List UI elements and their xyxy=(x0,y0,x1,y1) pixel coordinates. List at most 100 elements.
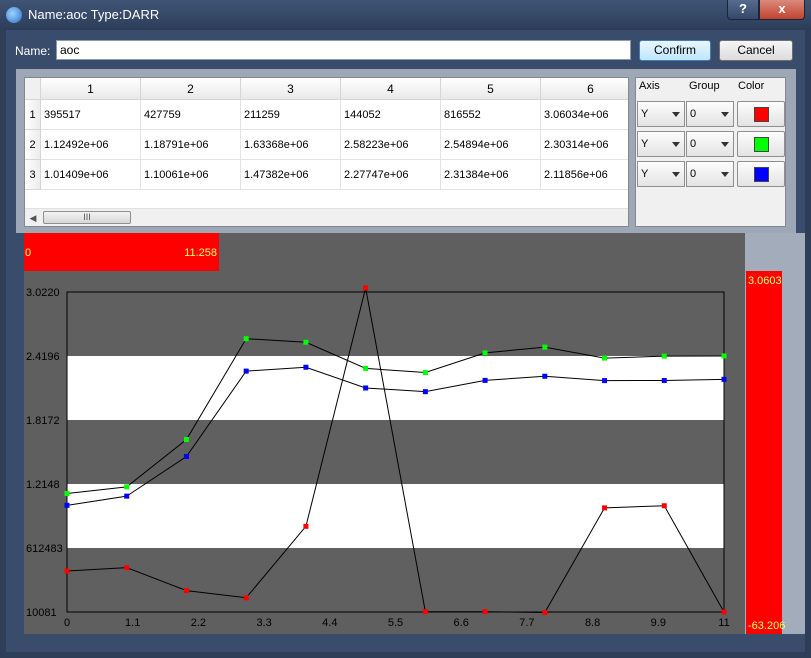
x-tick-label: 7.7 xyxy=(519,617,534,629)
group-select[interactable]: 0 xyxy=(686,161,734,187)
x-tick-label: 2.2 xyxy=(191,617,206,629)
line-chart[interactable]: 0 11.258 3.0603 -63.206 3.0220 2.4196 1.8172 1.… xyxy=(24,233,805,634)
data-point xyxy=(363,385,369,391)
data-point xyxy=(183,437,189,443)
close-button[interactable]: x xyxy=(759,0,805,20)
help-button[interactable]: ? xyxy=(727,0,759,20)
table-cell[interactable]: 1.63368e+06 xyxy=(241,130,341,160)
x-tick-label: 6.6 xyxy=(454,617,469,629)
table-cell[interactable]: 2.30314e+06 xyxy=(541,130,628,160)
y-tick-label: 2.4196 xyxy=(26,351,60,363)
row-header[interactable]: 3 xyxy=(25,160,41,190)
y-range-min: -63.206 xyxy=(748,620,785,632)
color-swatch xyxy=(754,107,769,122)
data-point xyxy=(602,355,608,361)
data-point xyxy=(422,609,428,615)
x-tick-label: 0 xyxy=(64,617,70,629)
axis-select[interactable]: Y xyxy=(637,131,685,157)
axis-select[interactable]: Y xyxy=(637,101,685,127)
chevron-down-icon xyxy=(721,172,729,177)
data-point xyxy=(721,353,727,359)
confirm-button[interactable]: Confirm xyxy=(639,40,711,61)
table-cell[interactable]: 1.47382e+06 xyxy=(241,160,341,190)
column-header[interactable]: 6 xyxy=(541,78,628,100)
data-point xyxy=(661,353,667,359)
data-point xyxy=(124,484,130,490)
column-header[interactable]: 4 xyxy=(341,78,441,100)
table-cell[interactable]: 211259 xyxy=(241,100,341,130)
x-range-max: 11.258 xyxy=(184,247,217,259)
table-cell[interactable]: 2.31384e+06 xyxy=(441,160,541,190)
data-point xyxy=(183,453,189,459)
name-field[interactable] xyxy=(56,40,631,60)
name-label: Name: xyxy=(15,44,51,58)
group-header: Group xyxy=(689,80,720,92)
table-cell[interactable]: 2.58223e+06 xyxy=(341,130,441,160)
data-point xyxy=(602,505,608,511)
table-cell[interactable]: 1.01409e+06 xyxy=(41,160,141,190)
x-tick-label: 1.1 xyxy=(125,617,140,629)
data-point xyxy=(64,568,70,574)
table-cell[interactable]: 2.27747e+06 xyxy=(341,160,441,190)
scroll-left-icon[interactable]: ◀ xyxy=(27,212,39,224)
chart-band xyxy=(67,484,724,548)
color-button[interactable] xyxy=(737,161,785,187)
table-cell[interactable]: 1.18791e+06 xyxy=(141,130,241,160)
table-cell[interactable]: 816552 xyxy=(441,100,541,130)
x-tick-label: 9.9 xyxy=(651,617,666,629)
row-header[interactable]: 2 xyxy=(25,130,41,160)
y-tick-label: 1.2148 xyxy=(26,479,60,491)
data-point xyxy=(482,609,488,615)
data-point xyxy=(183,588,189,594)
axis-value: Y xyxy=(641,168,649,180)
table-cell[interactable]: 2.11856e+06 xyxy=(541,160,628,190)
x-range-min: 0 xyxy=(25,247,31,259)
data-table: 1 2 3 4 5 6 1 395517 427759 211259 14405… xyxy=(24,77,629,227)
column-header[interactable]: 3 xyxy=(241,78,341,100)
row-header[interactable]: 1 xyxy=(25,100,41,130)
data-point xyxy=(661,503,667,509)
column-header[interactable]: 2 xyxy=(141,78,241,100)
scroll-thumb[interactable]: III xyxy=(43,211,131,224)
table-cell[interactable]: 144052 xyxy=(341,100,441,130)
data-point xyxy=(542,610,548,616)
axis-value: Y xyxy=(641,138,649,150)
chart-band xyxy=(67,292,724,357)
y-tick-label: 1.8172 xyxy=(26,415,60,427)
y-tick-label: 10081 xyxy=(26,607,57,619)
cancel-button[interactable]: Cancel xyxy=(719,40,793,61)
axis-select[interactable]: Y xyxy=(637,161,685,187)
title-bar: Name:aoc Type:DARR ? x xyxy=(0,0,811,30)
window-title: Name:aoc Type:DARR xyxy=(28,7,160,22)
color-button[interactable] xyxy=(737,131,785,157)
table-cell[interactable]: 427759 xyxy=(141,100,241,130)
table-cell[interactable]: 3.06034e+06 xyxy=(541,100,628,130)
chevron-down-icon xyxy=(672,172,680,177)
group-select[interactable]: 0 xyxy=(686,101,734,127)
group-value: 0 xyxy=(690,108,697,120)
table-cell[interactable]: 1.10061e+06 xyxy=(141,160,241,190)
app-icon xyxy=(6,7,22,23)
x-tick-label: 8.8 xyxy=(585,617,600,629)
horizontal-scrollbar[interactable]: ◀ III xyxy=(25,208,628,226)
data-point xyxy=(124,493,130,499)
series-settings: Axis Group Color Y 0 Y 0 Y 0 xyxy=(635,77,786,227)
group-select[interactable]: 0 xyxy=(686,131,734,157)
table-cell[interactable]: 395517 xyxy=(41,100,141,130)
table-corner xyxy=(25,78,41,100)
color-swatch xyxy=(754,167,769,182)
table-cell[interactable]: 1.12492e+06 xyxy=(41,130,141,160)
data-point xyxy=(721,376,727,382)
color-button[interactable] xyxy=(737,101,785,127)
data-point xyxy=(542,344,548,350)
table-cell[interactable]: 2.54894e+06 xyxy=(441,130,541,160)
y-tick-label: 612483 xyxy=(26,543,63,555)
chart-area[interactable]: 0 11.258 3.0603 -63.206 3.0220 2.4196 1.8172 1.… xyxy=(24,233,805,634)
column-header[interactable]: 5 xyxy=(441,78,541,100)
group-value: 0 xyxy=(690,168,697,180)
data-point xyxy=(542,373,548,379)
column-header[interactable]: 1 xyxy=(41,78,141,100)
data-point xyxy=(124,565,130,571)
x-tick-label: 4.4 xyxy=(322,617,337,629)
y-tick-label: 3.0220 xyxy=(26,287,60,299)
